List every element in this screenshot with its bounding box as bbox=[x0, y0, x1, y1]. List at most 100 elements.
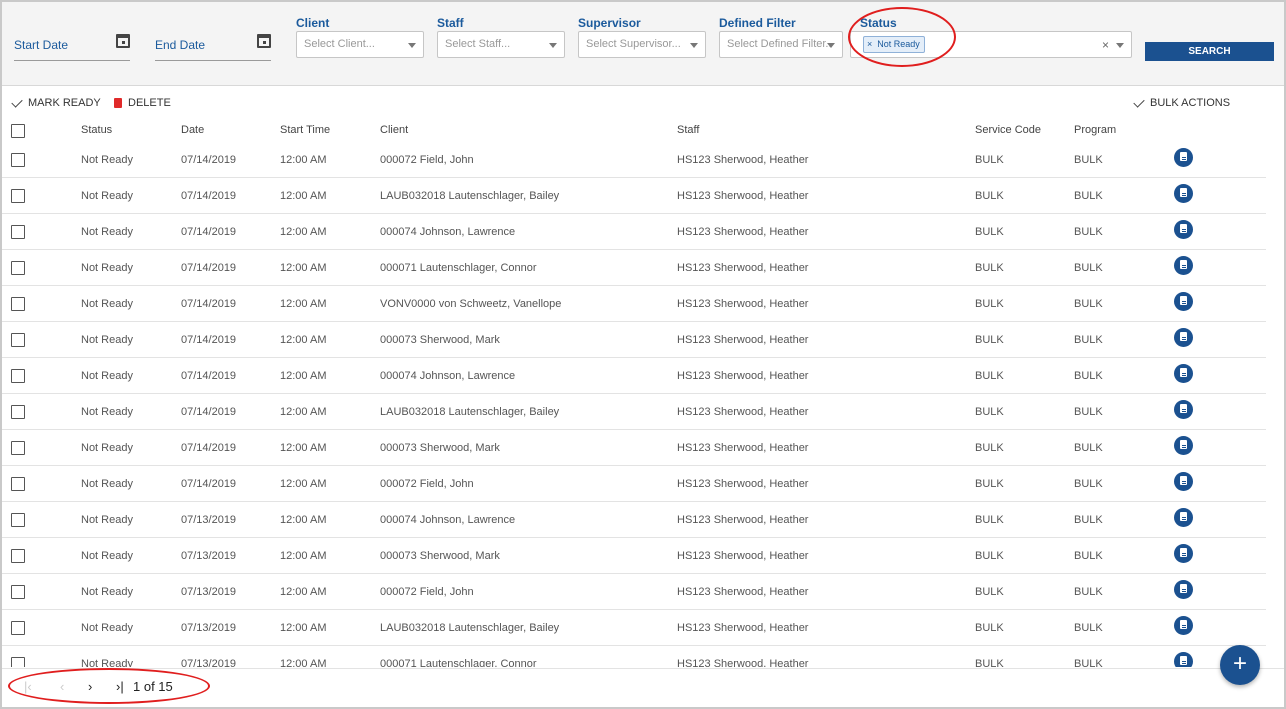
document-icon[interactable] bbox=[1174, 184, 1193, 203]
cell-date: 07/13/2019 bbox=[181, 550, 237, 562]
document-icon[interactable] bbox=[1174, 400, 1193, 419]
cell-staff: HS123 Sherwood, Heather bbox=[677, 658, 809, 667]
column-header[interactable]: Start Time bbox=[280, 124, 330, 136]
cell-staff: HS123 Sherwood, Heather bbox=[677, 262, 809, 274]
document-icon[interactable] bbox=[1174, 292, 1193, 311]
chevron-down-icon bbox=[827, 43, 835, 48]
add-button[interactable]: + bbox=[1220, 645, 1260, 685]
row-checkbox[interactable] bbox=[11, 405, 25, 419]
table-row[interactable]: Not Ready 07/14/2019 12:00 AM 000073 Sherwo… bbox=[2, 430, 1266, 466]
table-row[interactable]: Not Ready 07/13/2019 12:00 AM 000071 Lauten… bbox=[2, 646, 1266, 667]
client-select[interactable]: Select Client... bbox=[296, 31, 424, 58]
cell-staff: HS123 Sherwood, Heather bbox=[677, 478, 809, 490]
highlight-oval-status bbox=[848, 7, 956, 67]
staff-select[interactable]: Select Staff... bbox=[437, 31, 565, 58]
table-row[interactable]: Not Ready 07/13/2019 12:00 AM 000072 Field,… bbox=[2, 574, 1266, 610]
table-body: Not Ready 07/14/2019 12:00 AM 000072 Field,… bbox=[2, 142, 1266, 667]
defined-filter-select[interactable]: Select Defined Filter... bbox=[719, 31, 843, 58]
chevron-down-icon bbox=[1116, 43, 1124, 48]
cell-client: 000073 Sherwood, Mark bbox=[380, 334, 500, 346]
cell-client: 000072 Field, John bbox=[380, 586, 474, 598]
table-row[interactable]: Not Ready 07/14/2019 12:00 AM 000073 Sherwo… bbox=[2, 322, 1266, 358]
double-check-icon bbox=[1133, 95, 1145, 108]
cell-client: 000074 Johnson, Lawrence bbox=[380, 370, 516, 382]
document-icon[interactable] bbox=[1174, 220, 1193, 239]
table-row[interactable]: Not Ready 07/14/2019 12:00 AM LAUB032018 La… bbox=[2, 178, 1266, 214]
row-checkbox[interactable] bbox=[11, 333, 25, 347]
cell-client: 000072 Field, John bbox=[380, 154, 474, 166]
search-button[interactable]: SEARCH bbox=[1145, 42, 1274, 61]
row-checkbox[interactable] bbox=[11, 621, 25, 635]
row-checkbox[interactable] bbox=[11, 297, 25, 311]
document-icon[interactable] bbox=[1174, 436, 1193, 455]
table-row[interactable]: Not Ready 07/13/2019 12:00 AM LAUB032018 La… bbox=[2, 610, 1266, 646]
column-header[interactable]: Status bbox=[81, 124, 112, 136]
table-row[interactable]: Not Ready 07/13/2019 12:00 AM 000073 Sherwo… bbox=[2, 538, 1266, 574]
document-icon[interactable] bbox=[1174, 256, 1193, 275]
row-checkbox[interactable] bbox=[11, 657, 25, 667]
column-header[interactable]: Staff bbox=[677, 124, 699, 136]
document-icon[interactable] bbox=[1174, 616, 1193, 635]
cell-status: Not Ready bbox=[81, 334, 133, 346]
row-checkbox[interactable] bbox=[11, 585, 25, 599]
cell-service: BULK bbox=[975, 334, 1004, 346]
end-date-field[interactable]: End Date bbox=[155, 30, 271, 61]
cell-client: 000074 Johnson, Lawrence bbox=[380, 226, 516, 238]
table-row[interactable]: Not Ready 07/14/2019 12:00 AM LAUB032018 La… bbox=[2, 394, 1266, 430]
row-checkbox[interactable] bbox=[11, 477, 25, 491]
select-all-checkbox[interactable] bbox=[11, 124, 25, 138]
clear-icon[interactable]: × bbox=[1102, 38, 1109, 52]
document-icon[interactable] bbox=[1174, 580, 1193, 599]
document-icon[interactable] bbox=[1174, 328, 1193, 347]
row-checkbox[interactable] bbox=[11, 189, 25, 203]
delete-label: DELETE bbox=[128, 97, 171, 109]
column-header[interactable]: Service Code bbox=[975, 124, 1041, 136]
table-row[interactable]: Not Ready 07/14/2019 12:00 AM 000074 Johnso… bbox=[2, 214, 1266, 250]
cell-program: BULK bbox=[1074, 478, 1103, 490]
cell-service: BULK bbox=[975, 226, 1004, 238]
column-header[interactable]: Client bbox=[380, 124, 408, 136]
table-row[interactable]: Not Ready 07/14/2019 12:00 AM 000071 Lauten… bbox=[2, 250, 1266, 286]
column-header[interactable]: Date bbox=[181, 124, 204, 136]
row-checkbox[interactable] bbox=[11, 549, 25, 563]
cell-date: 07/14/2019 bbox=[181, 190, 237, 202]
document-icon[interactable] bbox=[1174, 544, 1193, 563]
start-date-field[interactable]: Start Date bbox=[14, 30, 130, 61]
cell-program: BULK bbox=[1074, 298, 1103, 310]
cell-client: LAUB032018 Lautenschlager, Bailey bbox=[380, 622, 560, 634]
document-icon[interactable] bbox=[1174, 364, 1193, 383]
calendar-icon[interactable] bbox=[116, 34, 130, 48]
row-checkbox[interactable] bbox=[11, 369, 25, 383]
cell-status: Not Ready bbox=[81, 550, 133, 562]
cell-program: BULK bbox=[1074, 226, 1103, 238]
document-icon[interactable] bbox=[1174, 508, 1193, 527]
supervisor-select[interactable]: Select Supervisor... bbox=[578, 31, 706, 58]
cell-staff: HS123 Sherwood, Heather bbox=[677, 298, 809, 310]
cell-date: 07/14/2019 bbox=[181, 406, 237, 418]
row-checkbox[interactable] bbox=[11, 153, 25, 167]
table-row[interactable]: Not Ready 07/14/2019 12:00 AM VONV0000 von … bbox=[2, 286, 1266, 322]
mark-ready-button[interactable]: MARK READY bbox=[11, 95, 101, 109]
document-icon[interactable] bbox=[1174, 472, 1193, 491]
table-row[interactable]: Not Ready 07/14/2019 12:00 AM 000072 Field,… bbox=[2, 466, 1266, 502]
table-row[interactable]: Not Ready 07/13/2019 12:00 AM 000074 Johnso… bbox=[2, 502, 1266, 538]
highlight-oval-pager bbox=[8, 668, 210, 704]
column-header[interactable]: Program bbox=[1074, 124, 1116, 136]
row-checkbox[interactable] bbox=[11, 441, 25, 455]
bulk-actions-button[interactable]: BULK ACTIONS bbox=[1133, 95, 1230, 109]
row-checkbox[interactable] bbox=[11, 261, 25, 275]
cell-staff: HS123 Sherwood, Heather bbox=[677, 622, 809, 634]
document-icon[interactable] bbox=[1174, 148, 1193, 167]
row-checkbox[interactable] bbox=[11, 513, 25, 527]
table-row[interactable]: Not Ready 07/14/2019 12:00 AM 000074 Johnso… bbox=[2, 358, 1266, 394]
row-checkbox[interactable] bbox=[11, 225, 25, 239]
cell-staff: HS123 Sherwood, Heather bbox=[677, 154, 809, 166]
table-row[interactable]: Not Ready 07/14/2019 12:00 AM 000072 Field,… bbox=[2, 142, 1266, 178]
supervisor-placeholder: Select Supervisor... bbox=[586, 38, 681, 50]
calendar-icon[interactable] bbox=[257, 34, 271, 48]
document-icon[interactable] bbox=[1174, 652, 1193, 667]
cell-client: 000073 Sherwood, Mark bbox=[380, 442, 500, 454]
cell-date: 07/14/2019 bbox=[181, 298, 237, 310]
cell-service: BULK bbox=[975, 442, 1004, 454]
delete-button[interactable]: DELETE bbox=[114, 97, 171, 109]
